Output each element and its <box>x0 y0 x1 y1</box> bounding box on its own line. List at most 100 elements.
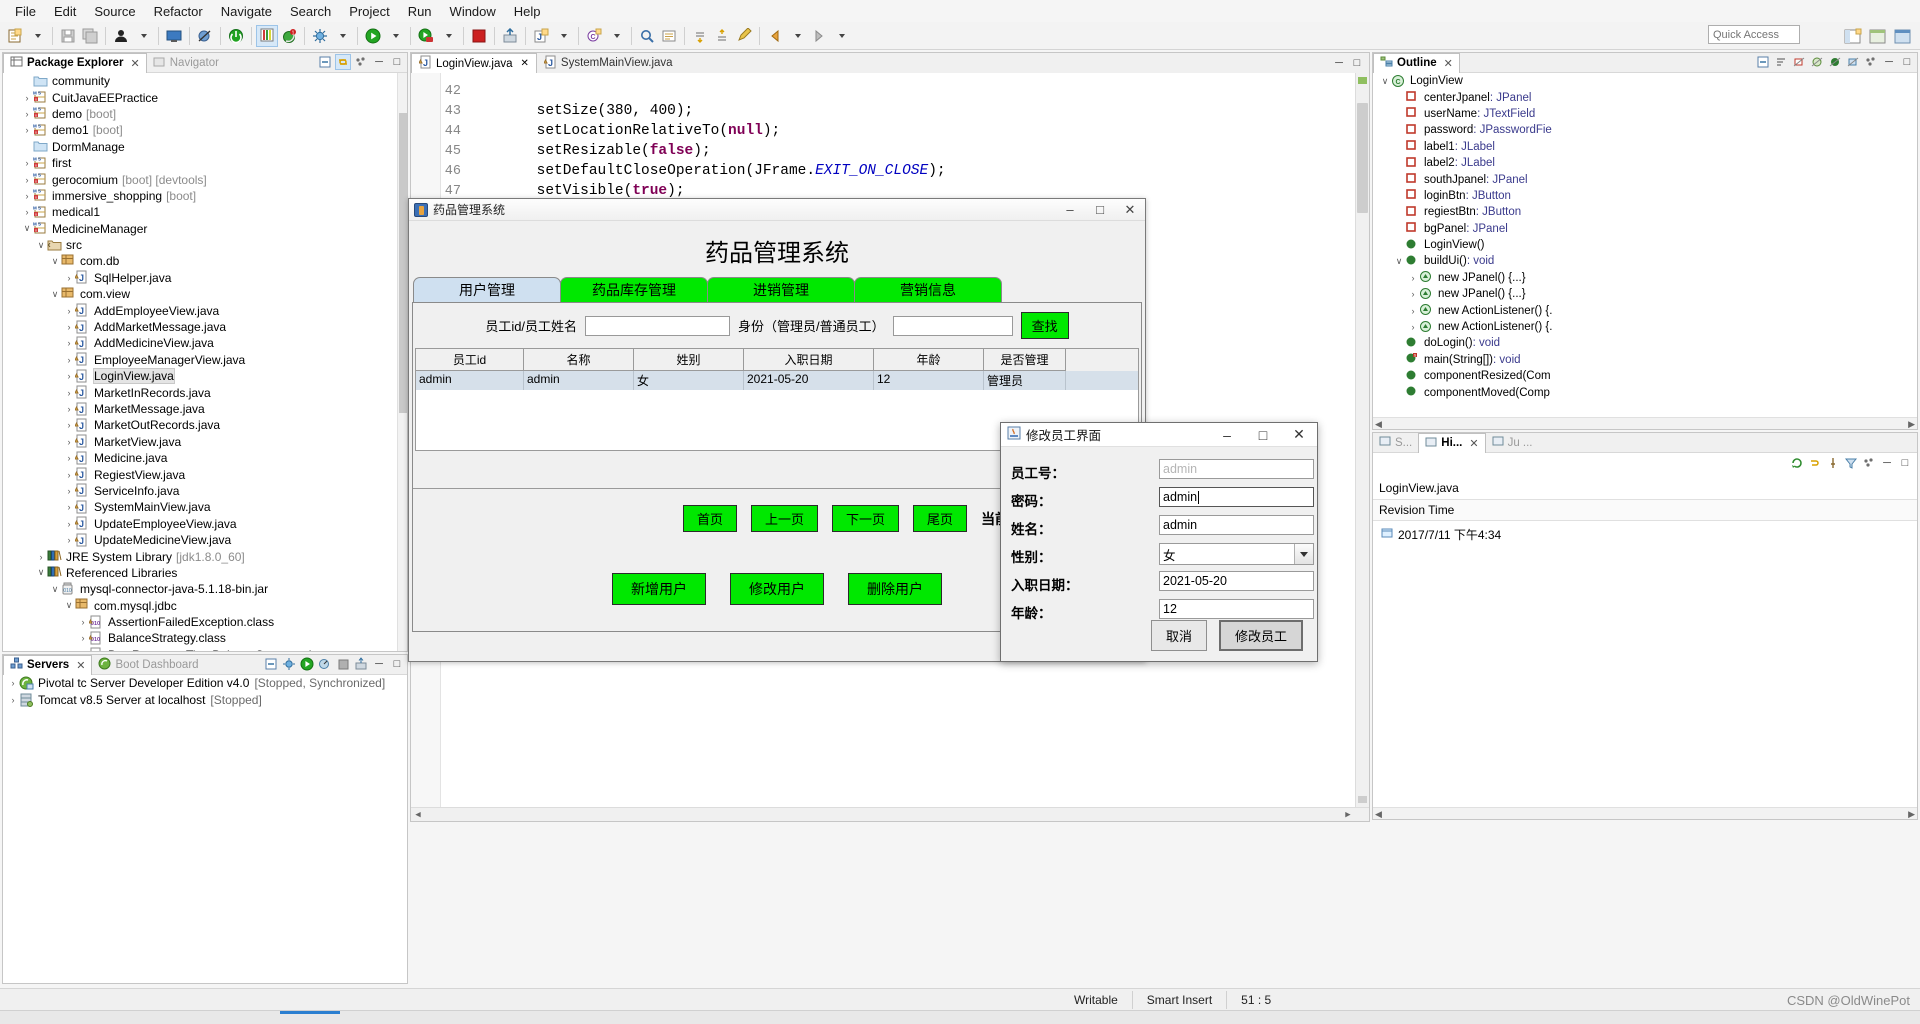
last-edit-icon[interactable] <box>733 25 755 47</box>
outline-item[interactable]: centerJpanel : JPanel <box>1373 89 1917 105</box>
menu-item-file[interactable]: File <box>6 2 45 21</box>
scroll-right-icon[interactable]: ▶ <box>1343 810 1353 820</box>
tree-item[interactable]: ›JAddMedicineView.java <box>3 335 407 351</box>
history-tab[interactable]: S... <box>1373 433 1418 453</box>
close-icon[interactable]: ✕ <box>1444 57 1453 70</box>
menu-item-search[interactable]: Search <box>281 2 340 21</box>
run-dropdown-icon[interactable] <box>384 25 406 47</box>
chevron-right-icon[interactable]: › <box>63 355 75 365</box>
chevron-down-icon[interactable]: ∨ <box>63 600 75 611</box>
code-text[interactable]: setDefaultCloseOperation(JFrame.EXIT_ON_… <box>467 163 946 179</box>
outline-item[interactable]: bgPanel : JPanel <box>1373 221 1917 237</box>
chevron-right-icon[interactable]: › <box>1407 273 1419 283</box>
perspective-switcher[interactable] <box>1842 26 1914 48</box>
chevron-down-icon[interactable]: ∨ <box>49 289 61 300</box>
outline-item[interactable]: componentMoved(Comp <box>1373 384 1917 400</box>
tree-item[interactable]: DormManage <box>3 139 407 155</box>
debug-dropdown-icon[interactable] <box>331 25 353 47</box>
save-icon[interactable] <box>57 25 79 47</box>
hide-fields-icon[interactable] <box>1791 54 1807 70</box>
tree-item[interactable]: ›010AssertionFailedException.class <box>3 614 407 630</box>
collapse-all-icon[interactable] <box>1755 54 1771 70</box>
tree-item[interactable]: ›010BalanceStrategy.class <box>3 630 407 646</box>
tree-item[interactable]: ›M Sxmedical1 <box>3 204 407 220</box>
chevron-right-icon[interactable]: › <box>63 322 75 332</box>
tree-item[interactable]: ›JUpdateEmployeeView.java <box>3 516 407 532</box>
servers-tree[interactable]: ›Pivotal tc Server Developer Edition v4.… <box>3 675 407 983</box>
menu-item-source[interactable]: Source <box>85 2 144 21</box>
tab-servers[interactable]: Servers ✕ <box>3 655 92 675</box>
chevron-right-icon[interactable]: › <box>63 519 75 529</box>
maximize-icon[interactable]: □ <box>389 656 405 672</box>
tree-item[interactable]: ›M Sxdemo[boot] <box>3 106 407 122</box>
table-column-header[interactable]: 姓别 <box>634 349 744 371</box>
save-employee-button[interactable]: 修改员工 <box>1219 620 1303 651</box>
prev-page-button[interactable]: 上一页 <box>751 505 818 532</box>
outline-item[interactable]: doLogin() : void <box>1373 335 1917 351</box>
last-page-button[interactable]: 尾页 <box>913 505 967 532</box>
chevron-down-icon[interactable]: ∨ <box>49 584 61 595</box>
tree-item[interactable]: ›JRE System Library[jdk1.8.0_60] <box>3 548 407 564</box>
prev-annotation-icon[interactable] <box>711 25 733 47</box>
tree-item[interactable]: ›JMarketInRecords.java <box>3 384 407 400</box>
age-field[interactable]: 12 <box>1159 599 1314 619</box>
tree-item[interactable]: ›M Sxgerocomium[boot] [devtools] <box>3 171 407 187</box>
chevron-right-icon[interactable]: › <box>63 502 75 512</box>
chevron-right-icon[interactable]: › <box>63 306 75 316</box>
terminate-icon[interactable] <box>225 25 247 47</box>
chevron-right-icon[interactable]: › <box>1407 306 1419 316</box>
table-column-header[interactable]: 名称 <box>524 349 634 371</box>
tree-item[interactable]: ›JMarketOutRecords.java <box>3 417 407 433</box>
outline-item[interactable]: password : JPasswordFie <box>1373 122 1917 138</box>
maximize-icon[interactable]: □ <box>1899 54 1915 70</box>
delete-user-button[interactable]: 删除用户 <box>848 573 942 605</box>
tree-item[interactable]: ›JMarketView.java <box>3 434 407 450</box>
outline-item[interactable]: ∨buildUi() : void <box>1373 253 1917 269</box>
code-text[interactable]: setSize(380, 400); <box>467 103 693 119</box>
dialog-maximize-button[interactable]: □ <box>1245 423 1281 446</box>
tree-item[interactable]: ∨src <box>3 237 407 253</box>
new-java-dropdown-icon[interactable] <box>552 25 574 47</box>
hide-local-icon[interactable] <box>1845 54 1861 70</box>
publish-icon[interactable] <box>353 656 369 672</box>
minimize-icon[interactable]: ─ <box>1879 455 1895 471</box>
history-entry[interactable]: 2017/7/11 下午4:34 <box>1373 521 1917 543</box>
start-icon[interactable] <box>299 656 315 672</box>
run-icon[interactable] <box>362 25 384 47</box>
table-column-header[interactable]: 是否管理 <box>984 349 1066 371</box>
chevron-right-icon[interactable]: › <box>63 404 75 414</box>
link-with-editor-icon[interactable] <box>335 54 351 70</box>
close-icon[interactable]: ✕ <box>76 659 85 672</box>
chevron-down-icon[interactable]: ∨ <box>35 240 47 251</box>
new-class-dropdown-icon[interactable] <box>605 25 627 47</box>
hide-nonpublic-icon[interactable] <box>1827 54 1843 70</box>
minimize-icon[interactable]: ─ <box>1881 54 1897 70</box>
tree-item[interactable]: ›JEmployeeManagerView.java <box>3 352 407 368</box>
outline-item[interactable]: loginBtn : JButton <box>1373 188 1917 204</box>
maximize-icon[interactable]: □ <box>389 54 405 70</box>
outline-hscrollbar[interactable]: ◀ ▶ <box>1373 417 1917 429</box>
menu-item-help[interactable]: Help <box>505 2 550 21</box>
scroll-left-icon[interactable]: ◀ <box>1375 809 1382 820</box>
edit-user-button[interactable]: 修改用户 <box>730 573 824 605</box>
chevron-right-icon[interactable]: › <box>7 678 19 688</box>
tree-item[interactable]: ›JMarketMessage.java <box>3 401 407 417</box>
history-tab[interactable]: Ju ... <box>1486 433 1539 453</box>
outline-item[interactable]: label2 : JLabel <box>1373 155 1917 171</box>
next-page-button[interactable]: 下一页 <box>832 505 899 532</box>
maximize-button[interactable]: □ <box>1085 199 1115 220</box>
chevron-down-icon[interactable]: ∨ <box>1393 256 1405 267</box>
dialog-minimize-button[interactable]: – <box>1209 423 1245 446</box>
chevron-right-icon[interactable]: › <box>21 191 33 201</box>
scroll-right-icon[interactable]: ▶ <box>1908 419 1915 430</box>
dialog-titlebar[interactable]: 修改员工界面 – □ ✕ <box>1001 423 1317 447</box>
run-server-dropdown-icon[interactable] <box>437 25 459 47</box>
outline-item[interactable]: southJpanel : JPanel <box>1373 171 1917 187</box>
sort-icon[interactable] <box>1773 54 1789 70</box>
forward-dropdown-icon[interactable] <box>830 25 852 47</box>
close-icon[interactable]: ✕ <box>1469 437 1478 450</box>
outline-tree[interactable]: ∨CLoginViewcenterJpanel : JPaneluserName… <box>1373 73 1917 429</box>
run-server-icon[interactable] <box>415 25 437 47</box>
chevron-right-icon[interactable]: › <box>63 338 75 348</box>
tree-item[interactable]: ›JUpdateMedicineView.java <box>3 532 407 548</box>
